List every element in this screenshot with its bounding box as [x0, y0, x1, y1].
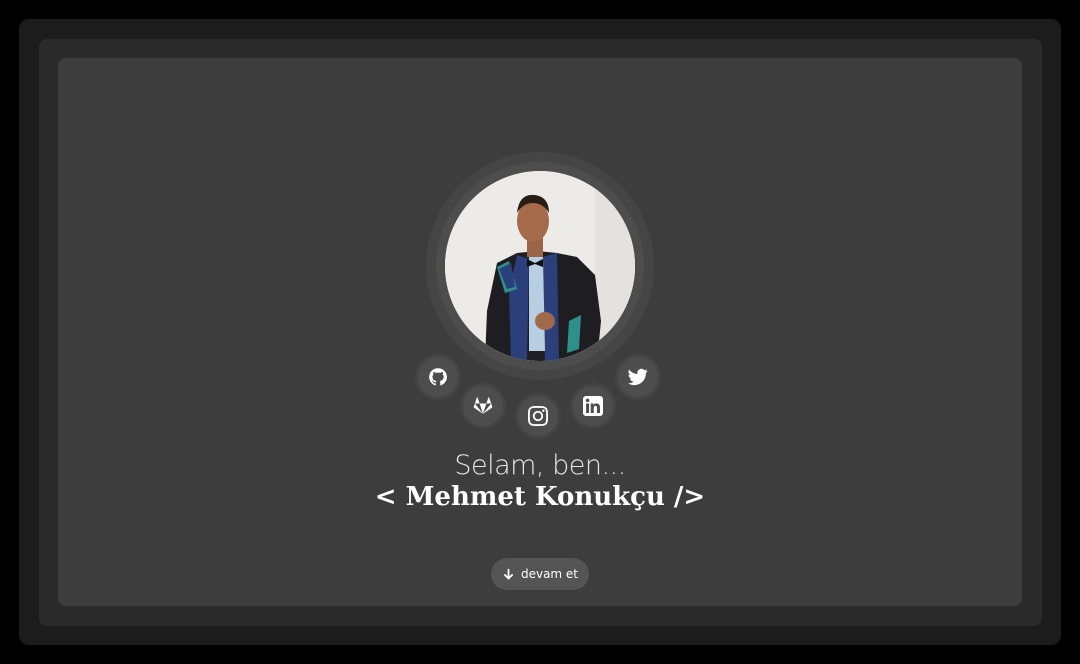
name-heading: < Mehmet Konukçu /> — [374, 482, 706, 512]
instagram-button[interactable] — [515, 393, 561, 439]
instagram-icon — [528, 406, 548, 426]
continue-button[interactable]: devam et — [491, 558, 589, 590]
linkedin-button[interactable] — [570, 383, 616, 429]
gitlab-button[interactable] — [460, 383, 506, 429]
twitter-icon — [628, 368, 648, 386]
linkedin-icon — [583, 396, 603, 416]
gitlab-icon — [473, 397, 493, 414]
github-icon — [429, 368, 447, 386]
avatar-photo — [445, 171, 635, 361]
arrow-down-icon — [503, 568, 514, 579]
twitter-button[interactable] — [615, 354, 661, 400]
github-button[interactable] — [415, 354, 461, 400]
continue-label: devam et — [520, 567, 579, 581]
avatar — [445, 171, 635, 361]
